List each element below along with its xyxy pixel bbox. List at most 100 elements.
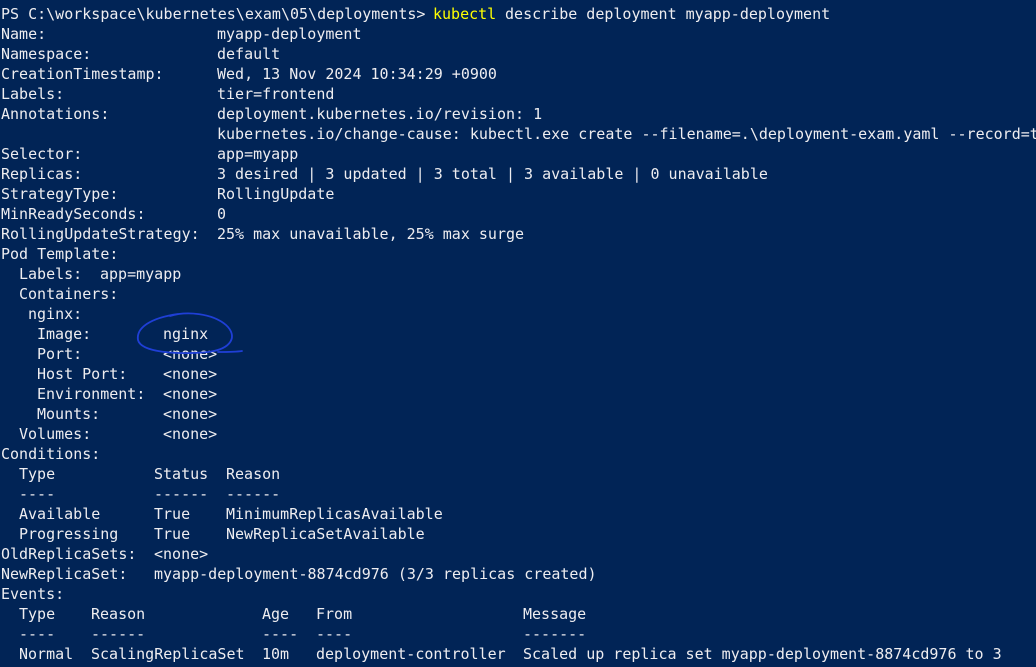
field-value: app=myapp [100,265,182,283]
terminal-window[interactable]: PS C:\workspace\kubernetes\exam\05\deplo… [0,0,1036,667]
column-divider: ---- [262,625,299,643]
field-value: <none> [163,385,218,403]
container-mounts: Mounts: <none> [1,404,217,424]
events-heading: Events: [1,584,64,604]
container-environment: Environment: <none> [1,384,217,404]
section-heading: Conditions: [1,445,101,463]
events-header-row: Type Reason Age From Message [1,604,586,624]
column-header-reason: Reason [91,605,146,623]
column-divider: ------ [91,625,146,643]
column-divider: ---- [19,625,56,643]
field-label: Containers: [19,285,119,303]
field-value: 25% max unavailable, 25% max surge [217,225,525,243]
event-message: Scaled up replica set myapp-deployment-8… [523,645,1002,663]
field-label: Selector: [1,145,83,163]
event-from: deployment-controller [316,645,506,663]
condition-reason: MinimumReplicasAvailable [226,505,443,523]
pod-template-labels: Labels: app=myapp [1,264,181,284]
conditions-heading: Conditions: [1,444,100,464]
field-label: Annotations: [1,105,110,123]
table-row: Available True MinimumReplicasAvailable [1,504,443,524]
column-divider: ---- [316,625,353,643]
field-label: Host Port: [37,365,128,383]
field-label: Image: [37,325,92,343]
field-strategy-type: StrategyType: RollingUpdate [1,184,334,204]
field-label: Labels: [19,265,83,283]
column-divider: ------- [523,625,587,643]
field-rolling-update-strategy: RollingUpdateStrategy: 25% max unavailab… [1,224,524,244]
condition-type: Available [19,505,101,523]
field-creation-timestamp: CreationTimestamp: Wed, 13 Nov 2024 10:3… [1,64,497,84]
column-divider: ------ [226,485,281,503]
field-labels: Labels: tier=frontend [1,84,334,104]
condition-type: Progressing [19,525,119,543]
field-value: <none> [163,365,218,383]
field-min-ready-seconds: MinReadySeconds: 0 [1,204,226,224]
column-header-reason: Reason [226,465,281,483]
field-label: Replicas: [1,165,83,183]
field-value: myapp-deployment [217,25,362,43]
field-value: <none> [163,345,218,363]
field-value: default [217,45,281,63]
field-namespace: Namespace: default [1,44,280,64]
field-value: <none> [163,425,218,443]
field-value: 0 [217,205,227,223]
field-label: nginx: [28,305,83,323]
field-value: nginx [163,325,209,343]
field-selector: Selector: app=myapp [1,144,298,164]
container-host-port: Host Port: <none> [1,364,217,384]
field-label: Labels: [1,85,65,103]
field-value: <none> [154,545,209,563]
field-label: OldReplicaSets: [1,545,137,563]
field-label: Namespace: [1,45,92,63]
table-row: Progressing True NewReplicaSetAvailable [1,524,425,544]
container-name: nginx: [1,304,82,324]
pod-template-volumes: Volumes: <none> [1,424,217,444]
container-port: Port: <none> [1,344,217,364]
field-label: CreationTimestamp: [1,65,164,83]
field-value: deployment.kubernetes.io/revision: 1 [217,105,543,123]
field-label: RollingUpdateStrategy: [1,225,200,243]
condition-reason: NewReplicaSetAvailable [226,525,425,543]
prompt-line: PS C:\workspace\kubernetes\exam\05\deplo… [1,4,830,24]
column-divider: ---- [19,485,56,503]
section-heading: Events: [1,585,65,603]
field-value: 3 desired | 3 updated | 3 total | 3 avai… [217,165,768,183]
field-label: Volumes: [19,425,92,443]
section-heading: Pod Template: [1,245,119,263]
field-value: <none> [163,405,218,423]
column-header-from: From [316,605,353,623]
field-label: NewReplicaSet: [1,565,128,583]
field-label: StrategyType: [1,185,119,203]
column-header-status: Status [154,465,209,483]
events-divider-row: ---- ------ ---- ---- ------- [1,624,586,644]
pod-template-containers: Containers: [1,284,118,304]
column-header-message: Message [523,605,587,623]
column-divider: ------ [154,485,209,503]
conditions-divider-row: ---- ------ ------ [1,484,280,504]
old-replica-sets: OldReplicaSets: <none> [1,544,208,564]
command-args: describe deployment myapp-deployment [496,5,831,23]
field-label: Name: [1,25,47,43]
new-replica-set: NewReplicaSet: myapp-deployment-8874cd97… [1,564,597,584]
table-row: Normal ScalingReplicaSet 10m deployment-… [1,644,1002,664]
condition-status: True [154,525,191,543]
field-replicas: Replicas: 3 desired | 3 updated | 3 tota… [1,164,768,184]
field-annotations-continued: kubernetes.io/change-cause: kubectl.exe … [1,124,1036,144]
field-name: Name: myapp-deployment [1,24,362,44]
field-value: myapp-deployment-8874cd976 (3/3 replicas… [154,565,597,583]
command-name: kubectl [433,5,497,23]
field-value: RollingUpdate [217,185,335,203]
container-image: Image: nginx [1,324,208,344]
field-value: tier=frontend [217,85,335,103]
event-reason: ScalingReplicaSet [91,645,245,663]
field-annotations: Annotations: deployment.kubernetes.io/re… [1,104,542,124]
column-header-type: Type [19,465,56,483]
field-value: app=myapp [217,145,299,163]
event-type: Normal [19,645,74,663]
column-header-age: Age [262,605,290,623]
field-value: Wed, 13 Nov 2024 10:34:29 +0900 [217,65,497,83]
prompt-path: PS C:\workspace\kubernetes\exam\05\deplo… [1,5,435,23]
field-label: MinReadySeconds: [1,205,146,223]
column-header-type: Type [19,605,56,623]
